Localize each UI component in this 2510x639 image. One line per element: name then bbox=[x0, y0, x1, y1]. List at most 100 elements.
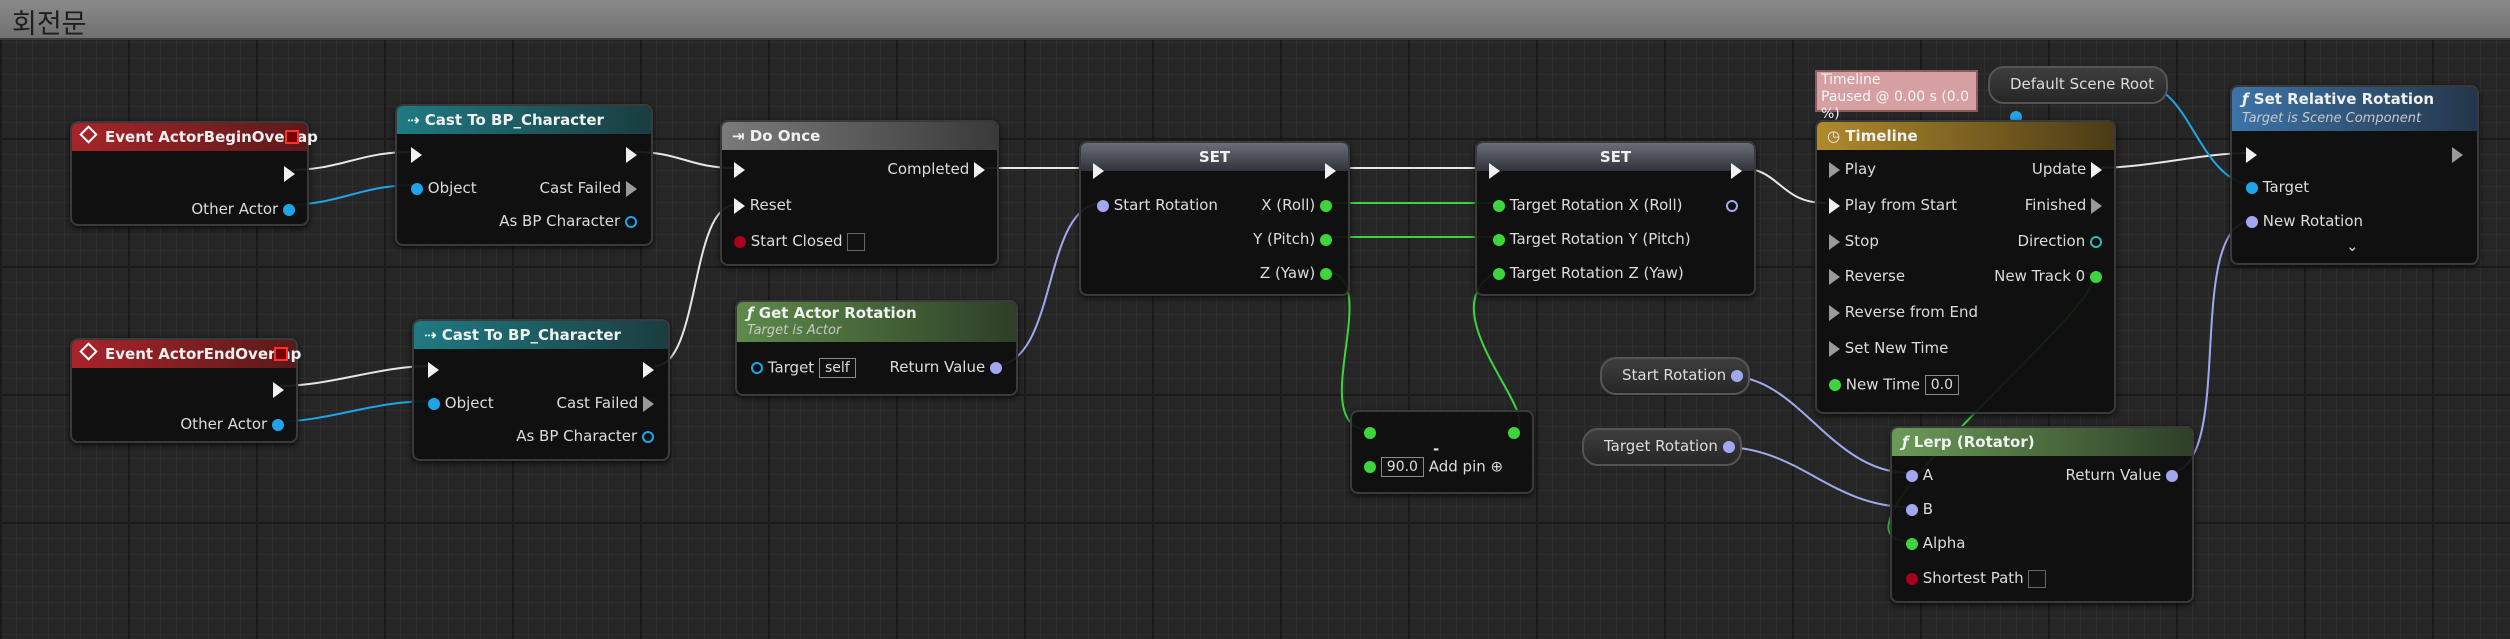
exec-out-pin[interactable] bbox=[643, 360, 654, 378]
add-pin-icon[interactable]: ⊕ bbox=[1491, 458, 1504, 476]
node-header: ƒ Get Actor Rotation Target is Actor bbox=[737, 302, 1016, 342]
node-header: ƒ Lerp (Rotator) bbox=[1892, 428, 2192, 456]
start-closed-pin[interactable]: Start Closed bbox=[734, 232, 866, 251]
rotator-out-pin[interactable] bbox=[1726, 196, 1738, 214]
exec-icon bbox=[734, 197, 745, 214]
shortest-path-checkbox[interactable] bbox=[2028, 569, 2047, 588]
exec-out-pin[interactable] bbox=[1731, 161, 1742, 179]
new-track-pin[interactable]: New Track 0 bbox=[1994, 267, 2102, 285]
reset-pin[interactable]: Reset bbox=[734, 196, 792, 214]
target-rotation-y-pin[interactable]: Target Rotation Y (Pitch) bbox=[1493, 230, 1691, 248]
pin-label: Object bbox=[444, 394, 494, 412]
expand-chevron-icon[interactable]: ⌄ bbox=[2346, 237, 2359, 255]
result-pin[interactable] bbox=[1508, 423, 1520, 441]
start-rotation-var[interactable]: Start Rotation bbox=[1600, 357, 1750, 395]
get-actor-rotation-node[interactable]: ƒ Get Actor Rotation Target is Actor Targ… bbox=[735, 300, 1018, 396]
target-pin[interactable]: Target bbox=[2246, 178, 2309, 196]
alpha-pin[interactable]: Alpha bbox=[1906, 534, 1965, 552]
exec-in-pin[interactable] bbox=[411, 145, 422, 163]
reverse-pin[interactable]: Reverse bbox=[1829, 267, 1905, 285]
cast-failed-pin[interactable]: Cast Failed bbox=[540, 179, 637, 197]
exec-in-pin[interactable] bbox=[734, 160, 745, 178]
exec-out-pin[interactable] bbox=[273, 380, 284, 398]
object-pin-icon bbox=[642, 430, 654, 443]
rotator-pin-icon bbox=[1906, 503, 1918, 516]
update-pin[interactable]: Update bbox=[2032, 160, 2102, 178]
pin-label: Direction bbox=[2017, 232, 2086, 250]
play-pin[interactable]: Play bbox=[1829, 160, 1876, 178]
pin-label: Target Rotation Z (Yaw) bbox=[1509, 264, 1684, 282]
target-rotation-z-pin[interactable]: Target Rotation Z (Yaw) bbox=[1493, 264, 1684, 282]
exec-in-pin[interactable] bbox=[1093, 161, 1104, 179]
exec-out-pin[interactable] bbox=[284, 164, 295, 182]
rotator-pin-icon bbox=[1906, 469, 1918, 482]
exec-out-pin[interactable] bbox=[626, 145, 637, 163]
set-new-time-pin[interactable]: Set New Time bbox=[1829, 339, 1948, 357]
set-relative-rotation-node[interactable]: ƒ Set Relative Rotation Target is Scene C… bbox=[2230, 85, 2479, 265]
subtract-node[interactable]: - 90.0 Add pin ⊕ bbox=[1350, 410, 1534, 494]
return-value-pin[interactable]: Return Value bbox=[2065, 466, 2178, 484]
direction-pin[interactable]: Direction bbox=[2017, 232, 2102, 250]
new-time-field[interactable]: 0.0 bbox=[1924, 375, 1960, 395]
node-header: ⇢ Cast To BP_Character bbox=[397, 106, 651, 134]
new-rotation-pin[interactable]: New Rotation bbox=[2246, 212, 2363, 230]
x-roll-pin[interactable]: X (Roll) bbox=[1261, 196, 1332, 214]
a-pin[interactable]: A bbox=[1906, 466, 1933, 484]
target-rotation-x-pin[interactable]: Target Rotation X (Roll) bbox=[1493, 196, 1682, 214]
y-pitch-pin[interactable]: Y (Pitch) bbox=[1253, 230, 1332, 248]
cast-to-bp-character-node[interactable]: ⇢ Cast To BP_Character Object Cast Faile… bbox=[412, 319, 670, 461]
other-actor-pin[interactable]: Other Actor bbox=[180, 415, 284, 433]
other-actor-pin[interactable]: Other Actor bbox=[191, 200, 295, 218]
exec-icon bbox=[626, 180, 637, 197]
subtract-operator: - bbox=[1433, 440, 1440, 458]
object-pin[interactable]: Object bbox=[428, 394, 494, 412]
rotator-pin-icon bbox=[2166, 469, 2178, 482]
value-field[interactable]: 90.0 bbox=[1380, 457, 1424, 477]
return-value-pin[interactable]: Return Value bbox=[889, 358, 1002, 376]
timeline-node[interactable]: ◷ Timeline Play Play from Start Stop Rev… bbox=[1815, 120, 2116, 414]
lerp-rotator-node[interactable]: ƒ Lerp (Rotator) A Return Value B Alpha … bbox=[1890, 426, 2194, 603]
node-title: Cast To BP_Character bbox=[424, 111, 604, 129]
event-begin-overlap-node[interactable]: Event ActorBeginOverlap Other Actor bbox=[70, 121, 318, 226]
exec-in-pin[interactable] bbox=[428, 360, 439, 378]
target-pin[interactable]: Target self bbox=[751, 358, 856, 378]
b-pin[interactable]: B bbox=[1906, 500, 1933, 518]
node-title: SET bbox=[1599, 148, 1632, 166]
object-pin[interactable]: Object bbox=[411, 179, 477, 197]
target-rotation-var[interactable]: Target Rotation bbox=[1582, 428, 1742, 466]
stop-pin[interactable]: Stop bbox=[1829, 232, 1879, 250]
exec-out-pin[interactable] bbox=[1325, 161, 1336, 179]
finished-pin[interactable]: Finished bbox=[2025, 196, 2102, 214]
pin-label: Return Value bbox=[2065, 466, 2162, 484]
shortest-path-pin[interactable]: Shortest Path bbox=[1906, 569, 2047, 588]
new-time-pin[interactable]: New Time 0.0 bbox=[1829, 375, 1960, 395]
set-start-rotation-node[interactable]: SET Start Rotation X (Roll) Y (Pitch) Z … bbox=[1079, 141, 1350, 296]
event-end-overlap-node[interactable]: Event ActorEndOverlap Other Actor bbox=[70, 338, 301, 443]
start-rotation-pin[interactable]: Start Rotation bbox=[1097, 196, 1218, 214]
reverse-from-end-pin[interactable]: Reverse from End bbox=[1829, 303, 1978, 321]
graph-canvas[interactable]: 회전문 Event ActorBeginOverlap Other Actor … bbox=[0, 0, 2510, 639]
rotator-pin-icon bbox=[1726, 199, 1738, 212]
pin-label: A bbox=[1922, 466, 1934, 484]
node-header: ⇢ Cast To BP_Character bbox=[414, 321, 668, 349]
a-input-pin[interactable] bbox=[1364, 423, 1376, 441]
start-closed-checkbox[interactable] bbox=[847, 232, 866, 251]
as-bp-character-pin[interactable]: As BP Character bbox=[499, 212, 637, 230]
b-input-pin[interactable]: 90.0 Add pin ⊕ bbox=[1364, 457, 1503, 477]
exec-out-pin[interactable] bbox=[2452, 145, 2463, 163]
do-once-node[interactable]: ⇥ Do Once Completed Reset Start Closed bbox=[720, 120, 999, 266]
cast-failed-pin[interactable]: Cast Failed bbox=[557, 394, 654, 412]
exec-icon bbox=[411, 146, 422, 163]
exec-in-pin[interactable] bbox=[1489, 161, 1500, 179]
exec-icon bbox=[1489, 162, 1500, 179]
z-yaw-pin[interactable]: Z (Yaw) bbox=[1260, 264, 1332, 282]
exec-icon bbox=[1829, 233, 1840, 250]
set-target-rotation-node[interactable]: SET Target Rotation X (Roll) Target Rota… bbox=[1475, 141, 1756, 296]
cast-to-bp-character-node[interactable]: ⇢ Cast To BP_Character Object Cast Faile… bbox=[395, 104, 653, 246]
as-bp-character-pin[interactable]: As BP Character bbox=[516, 427, 654, 445]
target-self-field[interactable]: self bbox=[818, 358, 856, 378]
play-from-start-pin[interactable]: Play from Start bbox=[1829, 196, 1957, 214]
exec-in-pin[interactable] bbox=[2246, 145, 2257, 163]
default-scene-root-var[interactable]: Default Scene Root bbox=[1988, 66, 2168, 123]
completed-pin[interactable]: Completed bbox=[887, 160, 985, 178]
